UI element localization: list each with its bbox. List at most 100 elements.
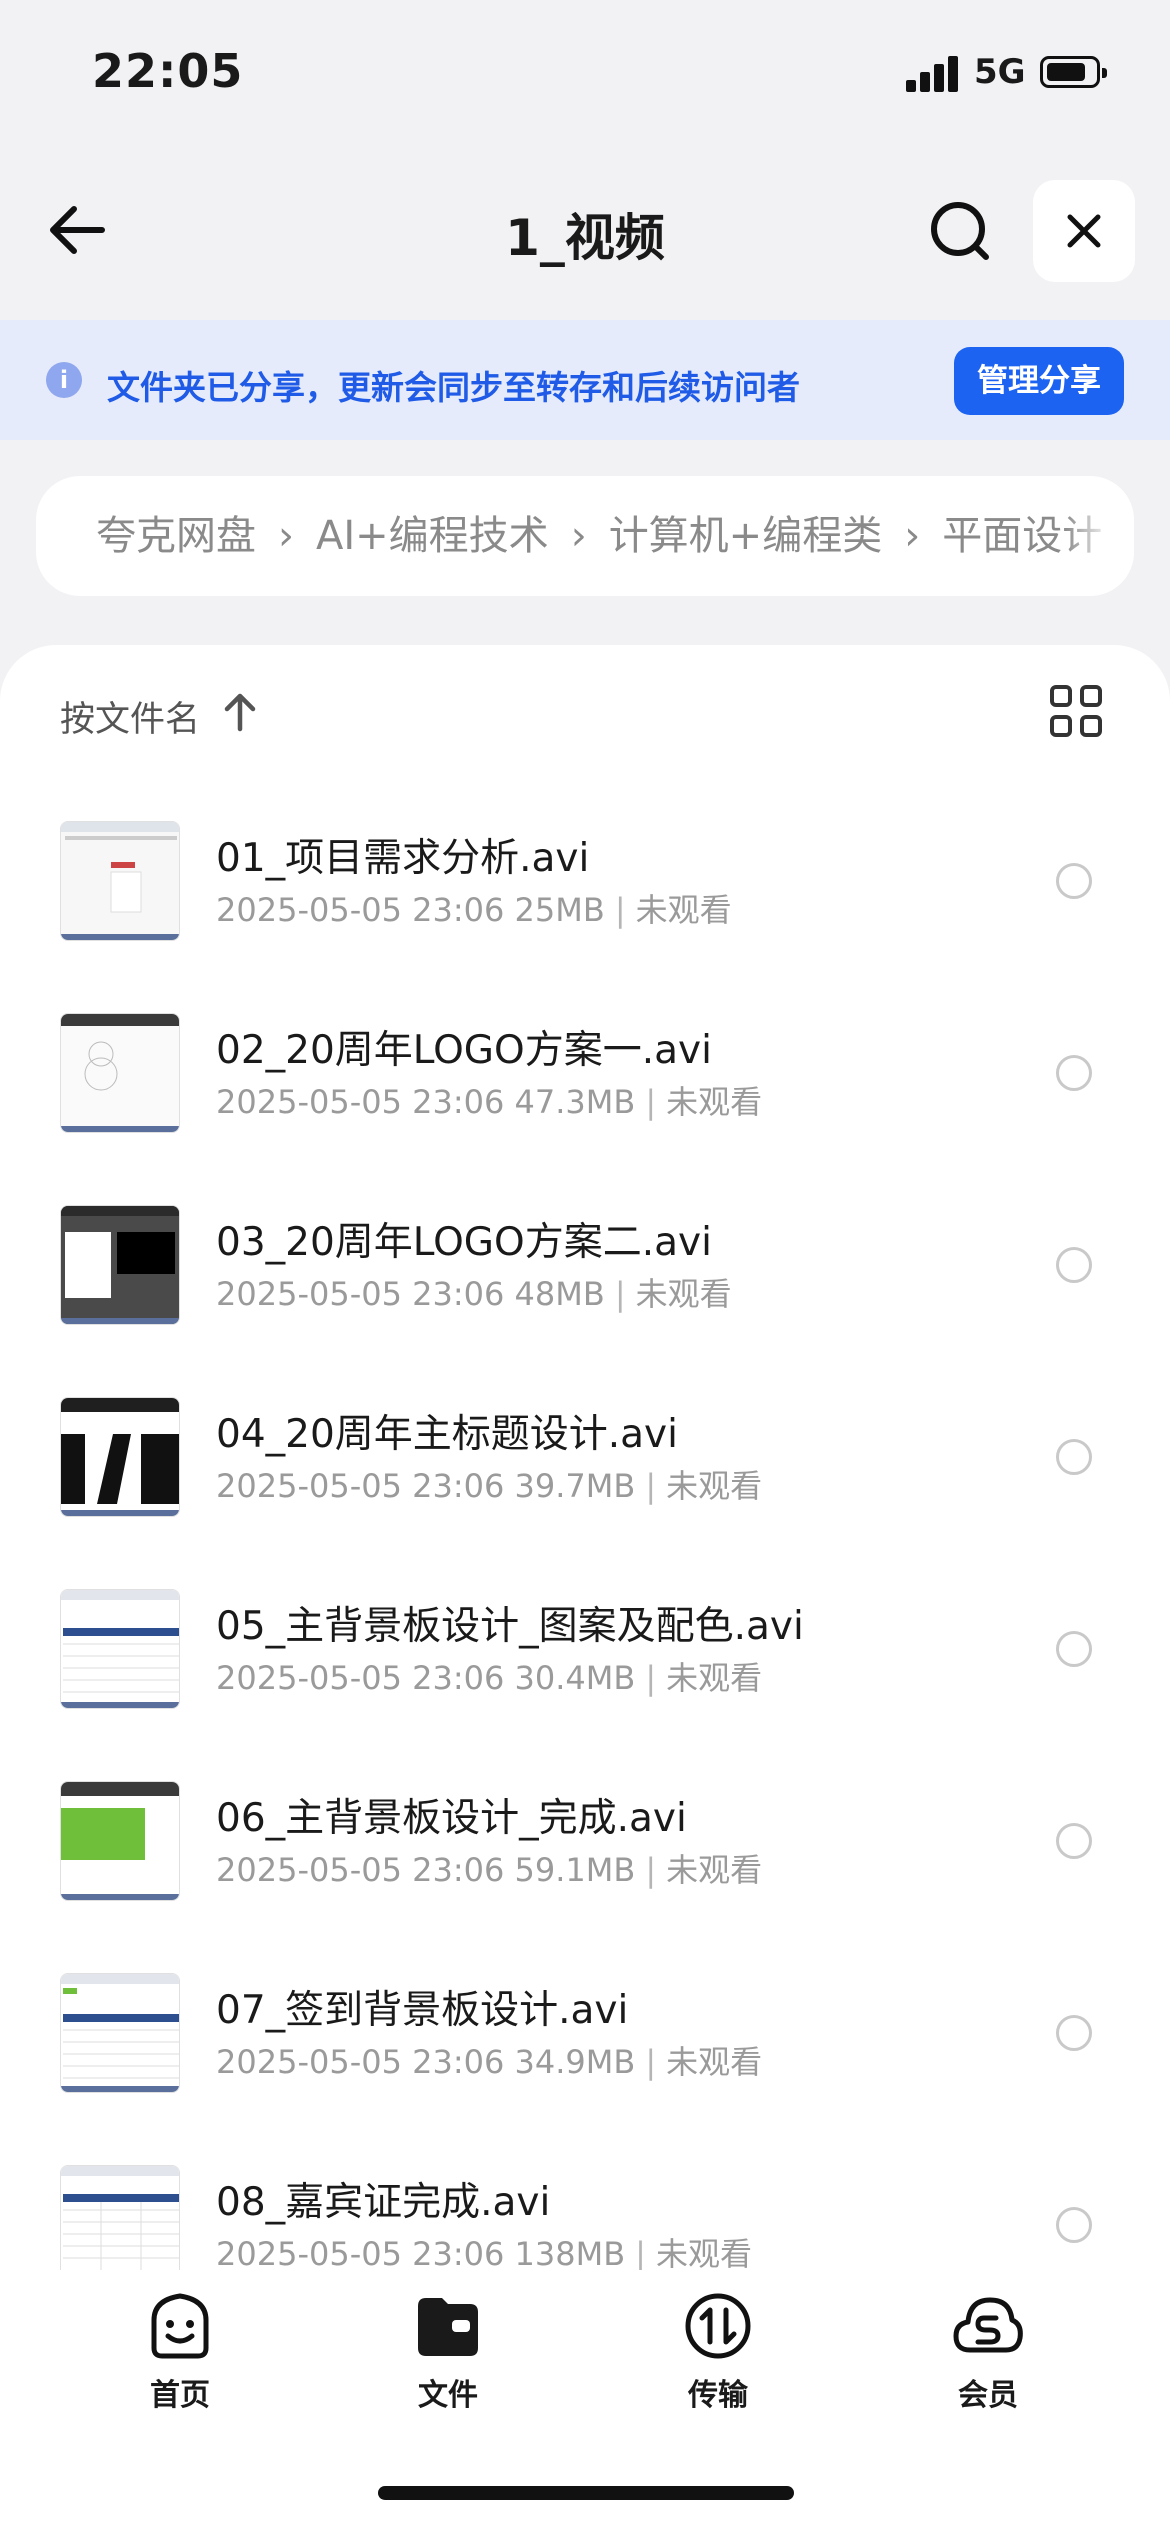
breadcrumb-item-ai[interactable]: AI+编程技术	[316, 476, 549, 596]
file-size: 47.3MB	[514, 1083, 636, 1121]
file-meta: 2025-05-05 23:06 39.7MB | 未观看	[216, 1467, 763, 1505]
tab-member[interactable]: 会员	[898, 2290, 1078, 2450]
breadcrumb-fade	[1064, 476, 1134, 596]
tab-files[interactable]: 文件	[358, 2290, 538, 2450]
watch-status: 未观看	[666, 1851, 763, 1889]
page-title: 1_视频	[505, 209, 665, 267]
file-size: 59.1MB	[514, 1851, 636, 1889]
file-size: 25MB	[514, 891, 605, 929]
file-row[interactable]: 02_20周年LOGO方案一.avi 2025-05-05 23:06 47.3…	[0, 965, 1170, 1157]
chevron-right-icon: ›	[570, 513, 587, 559]
tab-label: 传输	[688, 2378, 748, 2413]
file-row[interactable]: 01_项目需求分析.avi 2025-05-05 23:06 25MB | 未观看	[0, 773, 1170, 965]
screen: 22:05 5G 1_视频 i 文件夹已分享，更新会同步至转存和后续访问者 管理…	[0, 0, 1170, 2532]
chevron-right-icon: ›	[904, 513, 921, 559]
chevron-right-icon: ›	[278, 513, 294, 559]
home-indicator	[378, 2486, 794, 2500]
sort-label[interactable]: 按文件名	[60, 691, 200, 742]
breadcrumb-item-computer[interactable]: 计算机+编程类	[609, 476, 883, 596]
file-row[interactable]: 05_主背景板设计_图案及配色.avi 2025-05-05 23:06 30.…	[0, 1541, 1170, 1733]
status-time: 22:05	[92, 44, 244, 98]
video-thumbnail	[60, 2165, 180, 2285]
sort-arrow-up-icon[interactable]	[220, 689, 260, 733]
file-size: 39.7MB	[514, 1467, 636, 1505]
video-thumbnail	[60, 821, 180, 941]
network-label: 5G	[974, 52, 1026, 92]
file-date: 2025-05-05 23:06	[216, 2235, 505, 2273]
select-radio[interactable]	[1056, 2015, 1092, 2051]
video-thumbnail	[60, 1589, 180, 1709]
file-meta: 2025-05-05 23:06 34.9MB | 未观看	[216, 2043, 763, 2081]
close-button[interactable]	[1033, 180, 1135, 282]
breadcrumb: 夸克网盘 › AI+编程技术 › 计算机+编程类 › 平面设计	[36, 476, 1134, 596]
select-radio[interactable]	[1056, 1247, 1092, 1283]
tab-transfer[interactable]: 传输	[628, 2290, 808, 2450]
file-row[interactable]: 06_主背景板设计_完成.avi 2025-05-05 23:06 59.1MB…	[0, 1733, 1170, 1925]
tab-label: 文件	[418, 2378, 478, 2413]
file-row[interactable]: 07_签到背景板设计.avi 2025-05-05 23:06 34.9MB | 未…	[0, 1925, 1170, 2117]
file-meta: 2025-05-05 23:06 30.4MB | 未观看	[216, 1659, 763, 1697]
file-size: 138MB	[514, 2235, 626, 2273]
tab-label: 会员	[958, 2378, 1018, 2413]
file-meta: 2025-05-05 23:06 25MB | 未观看	[216, 891, 732, 929]
file-row[interactable]: 03_20周年LOGO方案二.avi 2025-05-05 23:06 48MB…	[0, 1157, 1170, 1349]
status-bar: 22:05 5G	[0, 0, 1170, 140]
file-name: 02_20周年LOGO方案一.avi	[216, 1028, 712, 1073]
video-thumbnail	[60, 1781, 180, 1901]
tab-label: 首页	[150, 2378, 210, 2413]
search-icon	[931, 202, 989, 260]
select-radio[interactable]	[1056, 2207, 1092, 2243]
file-meta: 2025-05-05 23:06 47.3MB | 未观看	[216, 1083, 763, 1121]
file-name: 01_项目需求分析.avi	[216, 836, 590, 881]
file-row[interactable]: 04_20周年主标题设计.avi 2025-05-05 23:06 39.7MB…	[0, 1349, 1170, 1541]
select-radio[interactable]	[1056, 1823, 1092, 1859]
close-icon	[1067, 214, 1101, 248]
folder-icon	[418, 2298, 478, 2356]
watch-status: 未观看	[666, 1083, 763, 1121]
file-name: 03_20周年LOGO方案二.avi	[216, 1220, 712, 1265]
arrow-left-icon	[50, 206, 105, 254]
file-name: 07_签到背景板设计.avi	[216, 1988, 629, 2033]
select-radio[interactable]	[1056, 1439, 1092, 1475]
video-thumbnail	[60, 1397, 180, 1517]
info-icon: i	[46, 362, 82, 398]
file-meta: 2025-05-05 23:06 138MB | 未观看	[216, 2235, 752, 2273]
smiley-home-icon	[151, 2293, 209, 2359]
transfer-icon	[685, 2293, 751, 2359]
file-size: 48MB	[514, 1275, 605, 1313]
file-name: 05_主背景板设计_图案及配色.avi	[216, 1604, 804, 1649]
manage-share-button[interactable]: 管理分享	[954, 347, 1124, 415]
select-radio[interactable]	[1056, 1631, 1092, 1667]
file-meta: 2025-05-05 23:06 59.1MB | 未观看	[216, 1851, 763, 1889]
battery-icon	[1040, 56, 1107, 88]
file-size: 30.4MB	[514, 1659, 636, 1697]
file-size: 34.9MB	[514, 2043, 636, 2081]
video-thumbnail	[60, 1013, 180, 1133]
share-banner-text: 文件夹已分享，更新会同步至转存和后续访问者	[107, 368, 800, 407]
file-date: 2025-05-05 23:06	[216, 1467, 505, 1505]
watch-status: 未观看	[666, 1467, 763, 1505]
breadcrumb-item-root[interactable]: 夸克网盘	[96, 476, 256, 596]
grid-view-icon[interactable]	[1050, 685, 1106, 741]
file-date: 2025-05-05 23:06	[216, 1851, 505, 1889]
file-list-panel: 按文件名 01_项目需求分析.avi 2025-05-05 23:06 25MB…	[0, 645, 1170, 2532]
file-date: 2025-05-05 23:06	[216, 891, 505, 929]
cloud-member-icon	[953, 2297, 1023, 2353]
select-radio[interactable]	[1056, 1055, 1092, 1091]
watch-status: 未观看	[635, 891, 732, 929]
back-button[interactable]	[40, 195, 120, 265]
video-thumbnail	[60, 1973, 180, 2093]
file-meta: 2025-05-05 23:06 48MB | 未观看	[216, 1275, 732, 1313]
watch-status: 未观看	[655, 2235, 752, 2273]
file-date: 2025-05-05 23:06	[216, 1275, 505, 1313]
tab-home[interactable]: 首页	[90, 2290, 270, 2450]
watch-status: 未观看	[635, 1275, 732, 1313]
share-banner: i 文件夹已分享，更新会同步至转存和后续访问者 管理分享	[0, 320, 1170, 440]
file-name: 08_嘉宾证完成.avi	[216, 2180, 551, 2225]
select-radio[interactable]	[1056, 863, 1092, 899]
video-thumbnail	[60, 1205, 180, 1325]
nav-bar: 1_视频	[0, 170, 1170, 290]
file-name: 04_20周年主标题设计.avi	[216, 1412, 678, 1457]
search-button[interactable]	[920, 195, 1000, 265]
signal-icon	[906, 56, 960, 92]
